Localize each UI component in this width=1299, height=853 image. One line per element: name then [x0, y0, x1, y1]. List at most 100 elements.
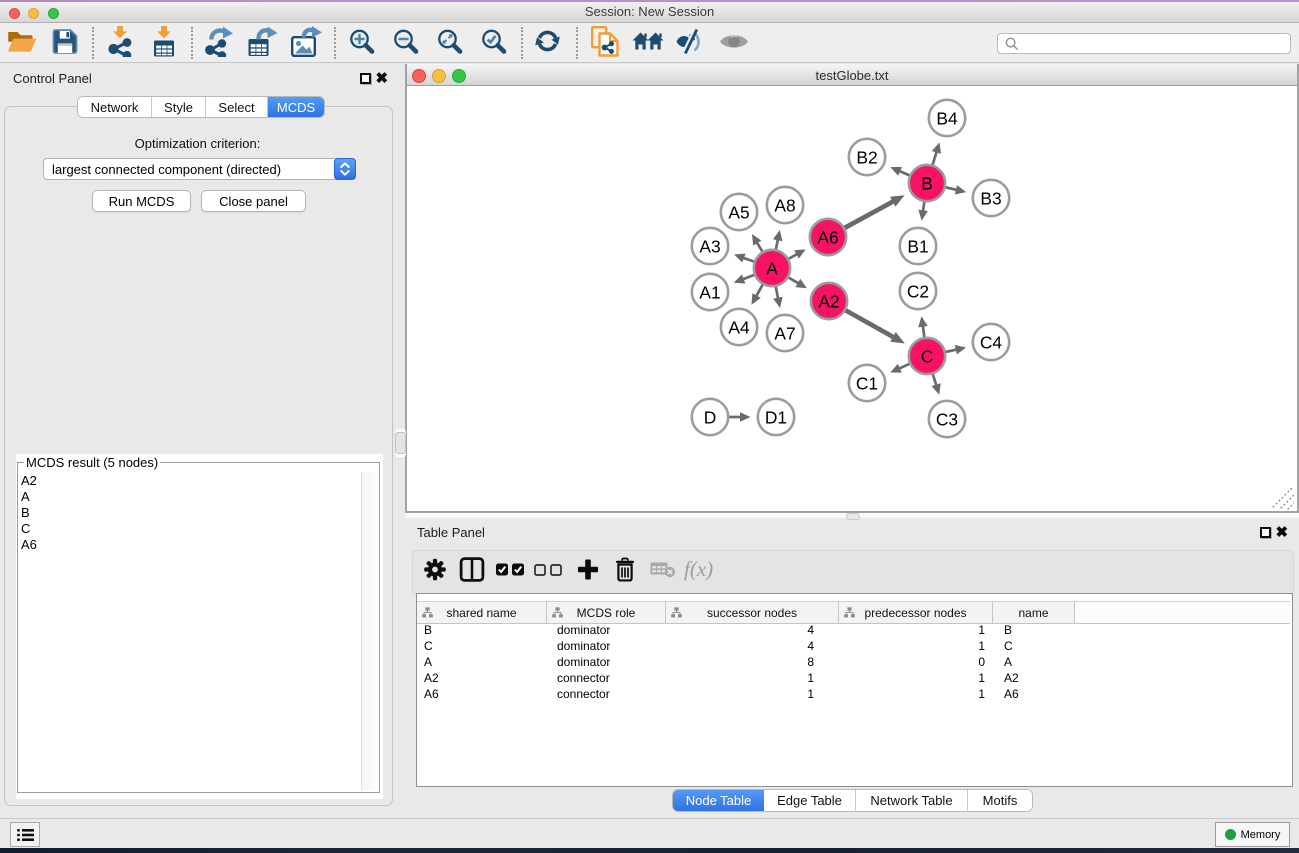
table-panel-close-icon[interactable]: ✖	[1276, 525, 1289, 540]
search-box[interactable]	[997, 33, 1291, 54]
tab-style[interactable]: Style	[152, 97, 206, 117]
cell-name: A6	[993, 687, 1075, 703]
memory-button[interactable]: Memory	[1215, 822, 1290, 847]
clone-network-icon	[591, 26, 619, 57]
table-row-A[interactable]: Adominator80A	[417, 655, 1075, 671]
task-list-icon	[17, 828, 34, 842]
optimization-criterion-value: largest connected component (directed)	[52, 162, 281, 177]
arrowhead-B-B1	[918, 210, 928, 221]
main-toolbar	[0, 23, 1299, 63]
column-header-successor-nodes[interactable]: successor nodes	[666, 602, 839, 623]
mcds-result-item[interactable]: B	[21, 505, 37, 521]
node-label-B2: B2	[856, 148, 877, 168]
zoom-selected-button[interactable]	[482, 29, 507, 59]
cell-name: B	[993, 623, 1075, 639]
tab-node-table[interactable]: Node Table	[673, 790, 764, 811]
open-session-button[interactable]	[7, 30, 37, 58]
save-session-button[interactable]	[53, 29, 78, 59]
arrowhead-C-C4	[955, 345, 966, 354]
column-header-name[interactable]: name	[993, 602, 1075, 623]
zoom-fit-button[interactable]	[438, 29, 463, 59]
table-header-row: shared nameMCDS rolesuccessor nodesprede…	[417, 601, 1290, 624]
split-columns-icon	[460, 557, 485, 582]
cell-shared-name: A6	[417, 687, 547, 703]
delete-column-button[interactable]	[615, 558, 635, 587]
mcds-result-title: MCDS result (5 nodes)	[24, 455, 160, 470]
import-table-button[interactable]	[151, 26, 177, 62]
mcds-result-item[interactable]: C	[21, 521, 37, 537]
desktop-bottom-edge	[0, 848, 1299, 853]
optimization-criterion-select[interactable]: largest connected component (directed)	[43, 158, 356, 180]
unselect-all-columns-button[interactable]	[534, 563, 562, 581]
close-panel-button[interactable]: Close panel	[201, 190, 306, 212]
column-header-MCDS-role[interactable]: MCDS role	[547, 602, 666, 623]
task-history-button[interactable]	[10, 822, 40, 847]
plus-icon	[577, 558, 600, 581]
import-network-button[interactable]	[107, 26, 134, 62]
zoom-in-button[interactable]	[350, 29, 375, 59]
search-input[interactable]	[1024, 35, 1283, 52]
column-header-shared-name[interactable]: shared name	[417, 602, 547, 623]
network-graph-canvas[interactable]: AA1A2A3A4A5A6A7A8BB1B2B3B4CC1C2C3C4DD1	[407, 87, 1295, 511]
zoom-fit-icon	[438, 29, 463, 54]
create-column-button[interactable]	[577, 558, 600, 586]
cell-successor-nodes: 4	[666, 623, 839, 639]
show-hidden-button[interactable]	[720, 33, 749, 56]
tab-edge-table[interactable]: Edge Table	[764, 790, 856, 811]
cell-MCDS-role: connector	[547, 687, 666, 703]
cell-predecessor-nodes: 1	[839, 671, 993, 687]
zoom-selected-icon	[482, 29, 507, 54]
shared-column-icon	[671, 607, 682, 618]
control-panel-close-icon[interactable]: ✖	[376, 71, 389, 86]
select-all-columns-button[interactable]	[496, 563, 525, 581]
table-options-button[interactable]	[423, 558, 447, 587]
table-row-A6[interactable]: A6connector11A6	[417, 687, 1075, 703]
column-header-filler	[1075, 602, 1290, 623]
table-row-C[interactable]: Cdominator41C	[417, 639, 1075, 655]
cell-predecessor-nodes: 1	[839, 639, 993, 655]
tab-network[interactable]: Network	[78, 97, 152, 117]
app-title: Session: New Session	[0, 4, 1299, 19]
fx-icon: f(x)	[683, 558, 719, 582]
export-network-button[interactable]	[204, 26, 234, 62]
tab-network-table[interactable]: Network Table	[856, 790, 968, 811]
control-panel-tabs: NetworkStyleSelectMCDS	[77, 96, 325, 118]
node-label-A1: A1	[699, 283, 720, 303]
clone-network-button[interactable]	[591, 26, 619, 62]
refresh-icon	[535, 29, 562, 55]
svg-text:f(x): f(x)	[684, 558, 713, 582]
tab-motifs[interactable]: Motifs	[968, 790, 1032, 811]
cell-MCDS-role: dominator	[547, 639, 666, 655]
control-panel-float-icon[interactable]	[360, 73, 371, 84]
cell-predecessor-nodes: 1	[839, 623, 993, 639]
mcds-result-item[interactable]: A6	[21, 537, 37, 553]
run-mcds-button[interactable]: Run MCDS	[92, 190, 191, 212]
memory-label: Memory	[1241, 829, 1281, 841]
horizontal-split-handle[interactable]	[846, 513, 860, 520]
table-row-B[interactable]: Bdominator41B	[417, 623, 1075, 639]
vertical-split-handle[interactable]	[395, 432, 406, 454]
refresh-view-button[interactable]	[535, 29, 562, 60]
mcds-result-area: MCDS result (5 nodes) A2ABCA6	[16, 454, 383, 799]
zoom-out-button[interactable]	[394, 29, 419, 59]
node-label-B4: B4	[936, 109, 958, 129]
table-row-A2[interactable]: A2connector11A2	[417, 671, 1075, 687]
cell-MCDS-role: dominator	[547, 655, 666, 671]
tab-mcds[interactable]: MCDS	[268, 97, 324, 117]
export-image-button[interactable]	[291, 26, 323, 62]
mcds-result-scrollbar[interactable]	[361, 472, 376, 790]
tab-select[interactable]: Select	[206, 97, 268, 117]
toolbar-separator	[92, 27, 94, 59]
mcds-result-list[interactable]: A2ABCA6	[21, 473, 37, 553]
floppy-icon	[53, 29, 78, 54]
window-resize-grip[interactable]	[1272, 488, 1294, 510]
show-all-houses-button[interactable]	[633, 30, 664, 58]
hide-selected-button[interactable]	[676, 29, 705, 59]
column-header-predecessor-nodes[interactable]: predecessor nodes	[839, 602, 993, 623]
mcds-result-item[interactable]: A	[21, 489, 37, 505]
mcds-result-item[interactable]: A2	[21, 473, 37, 489]
show-columns-button[interactable]	[460, 557, 485, 587]
export-table-button[interactable]	[248, 26, 279, 62]
table-panel-float-icon[interactable]	[1260, 527, 1271, 538]
gear-icon	[423, 558, 447, 582]
